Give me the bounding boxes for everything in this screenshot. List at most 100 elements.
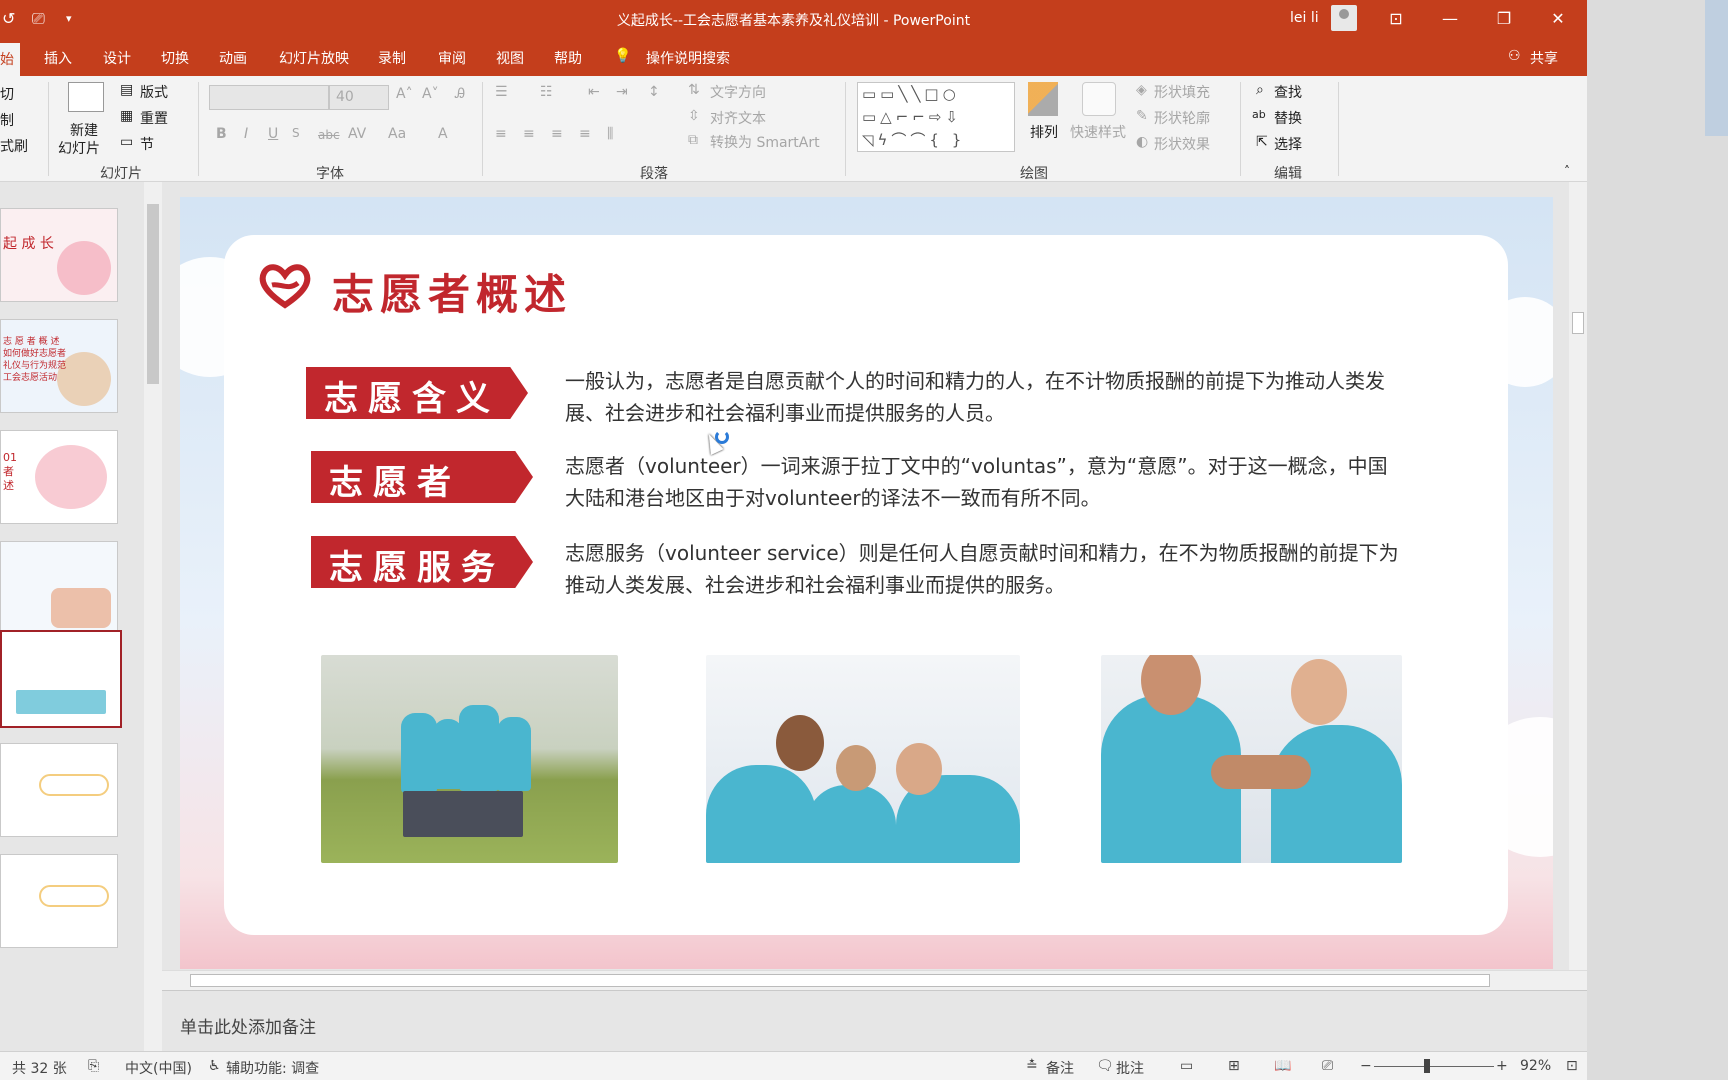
- shape-fill-button[interactable]: 形状填充: [1154, 82, 1210, 102]
- tab-help[interactable]: 帮助: [554, 48, 582, 68]
- vertical-scrollbar[interactable]: [1569, 182, 1587, 970]
- minimize-icon[interactable]: —: [1430, 6, 1470, 32]
- thumbnail-slide-4[interactable]: [0, 541, 118, 635]
- scroll-thumb[interactable]: [1572, 312, 1584, 334]
- slide-sorter-icon[interactable]: ⊞: [1228, 1058, 1240, 1074]
- italic-button[interactable]: I: [244, 126, 248, 142]
- new-slide-button[interactable]: 新建: [70, 120, 98, 140]
- cut-button[interactable]: 切: [0, 84, 14, 104]
- slide-count[interactable]: 共 32 张: [12, 1058, 67, 1078]
- line-spacing-icon[interactable]: ↕: [648, 84, 660, 100]
- paragraph-service[interactable]: 志愿服务（volunteer service）则是任何人自愿贡献时间和精力，在不…: [565, 537, 1405, 601]
- slideshow-icon[interactable]: ⎚: [1322, 1058, 1333, 1074]
- quick-styles-button[interactable]: 快速样式: [1070, 122, 1126, 142]
- normal-view-icon[interactable]: ▭: [1180, 1058, 1193, 1074]
- notes-button[interactable]: 备注: [1046, 1058, 1074, 1078]
- close-icon[interactable]: ✕: [1538, 6, 1578, 32]
- thumbnail-scrollbar[interactable]: [144, 182, 162, 1052]
- paragraph-volunteer[interactable]: 志愿者（volunteer）一词来源于拉丁文中的“voluntas”，意为“意愿…: [565, 450, 1405, 514]
- paragraph-meaning[interactable]: 一般认为，志愿者是自愿贡献个人的时间和精力的人，在不计物质报酬的前提下为推动人类…: [565, 365, 1405, 429]
- thumbnail-slide-6[interactable]: [0, 743, 118, 837]
- align-right-icon[interactable]: ≡: [551, 126, 563, 142]
- strikethrough-button[interactable]: abc: [318, 128, 340, 142]
- align-left-icon[interactable]: ≡: [495, 126, 507, 142]
- collapse-ribbon-icon[interactable]: ˄: [1564, 164, 1570, 178]
- reading-view-icon[interactable]: 📖: [1274, 1058, 1291, 1074]
- language-indicator[interactable]: 中文(中国): [125, 1058, 192, 1078]
- zoom-out-button[interactable]: −: [1360, 1058, 1372, 1074]
- numbering-icon[interactable]: ☷: [540, 84, 553, 100]
- tell-me-search[interactable]: 操作说明搜索: [646, 48, 730, 68]
- shrink-font-icon[interactable]: A˅: [422, 86, 439, 102]
- font-name-combo[interactable]: [209, 85, 329, 110]
- restore-icon[interactable]: ❐: [1484, 6, 1524, 32]
- notes-pane[interactable]: 单击此处添加备注: [162, 990, 1587, 1051]
- tag-volunteer[interactable]: 志愿者: [311, 451, 533, 503]
- shape-effects-button[interactable]: 形状效果: [1154, 134, 1210, 154]
- thumbnail-slide-3[interactable]: 01 者 述: [0, 430, 118, 524]
- tag-service[interactable]: 志愿服务: [311, 536, 533, 588]
- current-slide[interactable]: 志愿者概述 志愿含义 一般认为，志愿者是自愿贡献个人的时间和精力的人，在不计物质…: [180, 197, 1553, 969]
- photo-hands-together[interactable]: [1101, 655, 1402, 863]
- grow-font-icon[interactable]: A˄: [396, 86, 413, 102]
- scroll-thumb[interactable]: [190, 974, 1490, 987]
- zoom-in-button[interactable]: +: [1496, 1058, 1508, 1074]
- font-color-button[interactable]: A: [438, 126, 448, 142]
- tab-transitions[interactable]: 切换: [161, 48, 189, 68]
- bold-button[interactable]: B: [216, 126, 227, 142]
- font-size-combo[interactable]: 40: [329, 85, 389, 110]
- zoom-slider[interactable]: [1374, 1066, 1494, 1067]
- find-button[interactable]: 查找: [1274, 82, 1302, 102]
- tab-animations[interactable]: 动画: [219, 48, 247, 68]
- columns-icon[interactable]: ⫼: [607, 126, 613, 142]
- tab-design[interactable]: 设计: [103, 48, 131, 68]
- align-text-button[interactable]: 对齐文本: [710, 108, 766, 128]
- arrange-icon[interactable]: [1028, 82, 1058, 116]
- section-button[interactable]: 节: [140, 134, 154, 154]
- format-painter-button[interactable]: 式刷: [0, 136, 28, 156]
- spellcheck-icon[interactable]: ⎘: [88, 1058, 99, 1074]
- share-button[interactable]: 共享: [1530, 48, 1558, 68]
- zoom-slider-handle[interactable]: [1424, 1059, 1430, 1073]
- tab-home[interactable]: 始: [0, 43, 20, 76]
- comments-button[interactable]: 批注: [1116, 1058, 1144, 1078]
- replace-button[interactable]: 替换: [1274, 108, 1302, 128]
- slide-title[interactable]: 志愿者概述: [332, 261, 572, 322]
- underline-button[interactable]: U: [268, 126, 278, 142]
- photo-volunteers-walking[interactable]: [321, 655, 618, 863]
- shapes-gallery[interactable]: ▭▭╲╲□○ ▭△⌐⌐⇨⇩ ◹ϟ⌒⌒{ }: [857, 82, 1015, 152]
- thumbnail-slide-2[interactable]: 志 愿 者 概 述 如何做好志愿者 礼仪与行为规范 工会志愿活动: [0, 319, 118, 413]
- tab-slideshow[interactable]: 幻灯片放映: [279, 48, 349, 68]
- change-case-button[interactable]: Aa: [388, 126, 406, 142]
- notes-placeholder[interactable]: 单击此处添加备注: [180, 1013, 316, 1038]
- char-spacing-button[interactable]: AV: [348, 126, 366, 142]
- accessibility-status[interactable]: 辅助功能: 调查: [226, 1058, 319, 1078]
- user-name[interactable]: lei li: [1290, 10, 1319, 26]
- horizontal-scrollbar[interactable]: [162, 970, 1587, 990]
- decrease-indent-icon[interactable]: ⇤: [588, 84, 600, 100]
- scroll-thumb[interactable]: [147, 204, 159, 384]
- avatar[interactable]: [1331, 5, 1357, 31]
- tab-view[interactable]: 视图: [496, 48, 524, 68]
- ribbon-display-icon[interactable]: ⊡: [1376, 6, 1416, 32]
- align-center-icon[interactable]: ≡: [523, 126, 535, 142]
- shadow-button[interactable]: S: [292, 126, 300, 140]
- layout-button[interactable]: 版式: [140, 82, 168, 102]
- photo-thumbs-up[interactable]: [706, 655, 1020, 863]
- increase-indent-icon[interactable]: ⇥: [616, 84, 628, 100]
- tab-review[interactable]: 审阅: [438, 48, 466, 68]
- justify-icon[interactable]: ≡: [579, 126, 591, 142]
- select-button[interactable]: 选择: [1274, 134, 1302, 154]
- tab-record[interactable]: 录制: [378, 48, 406, 68]
- text-direction-button[interactable]: 文字方向: [710, 82, 766, 102]
- clear-format-icon[interactable]: Ꭿ: [455, 86, 465, 102]
- quick-styles-icon[interactable]: [1082, 82, 1116, 116]
- tab-insert[interactable]: 插入: [44, 48, 72, 68]
- smartart-button[interactable]: 转换为 SmartArt: [710, 132, 820, 152]
- copy-button[interactable]: 制: [0, 110, 14, 130]
- thumbnail-slide-1[interactable]: 起 成 长: [0, 208, 118, 302]
- shape-outline-button[interactable]: 形状轮廓: [1154, 108, 1210, 128]
- arrange-button[interactable]: 排列: [1030, 122, 1058, 142]
- tag-meaning[interactable]: 志愿含义: [306, 367, 528, 419]
- thumbnail-slide-5[interactable]: [0, 630, 122, 728]
